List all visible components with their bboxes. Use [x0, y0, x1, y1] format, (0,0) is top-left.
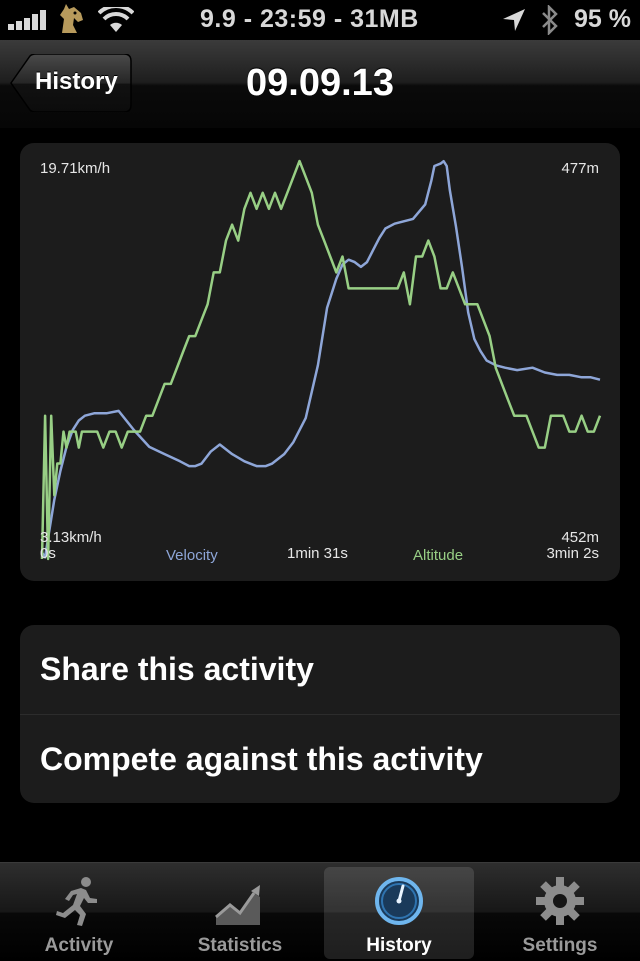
x-start-label: 0s	[40, 545, 56, 562]
navigation-bar: History 09.09.13	[0, 40, 640, 129]
tab-statistics-label: Statistics	[197, 935, 283, 956]
tab-settings-label: Settings	[522, 935, 598, 956]
x-end-label: 3min 2s	[546, 545, 599, 562]
tab-bar: Activity Statistics History Settings	[0, 862, 640, 961]
gear-icon	[536, 877, 584, 925]
wifi-icon	[98, 7, 134, 32]
altitude-min-label: 452m	[561, 529, 599, 546]
tab-settings[interactable]: Settings	[485, 867, 635, 959]
tab-statistics[interactable]: Statistics	[165, 867, 315, 959]
tab-activity[interactable]: Activity	[4, 867, 154, 959]
status-text: 9.9 - 23:59 - 31MB	[200, 5, 419, 33]
signal-bars-icon	[8, 10, 46, 30]
battery-percentage: 95 %	[574, 5, 631, 33]
x-mid-label: 1min 31s	[287, 545, 348, 562]
altitude-legend: Altitude	[413, 547, 464, 564]
share-activity-button[interactable]: Share this activity	[20, 625, 620, 714]
carrier-horse-icon	[60, 4, 83, 33]
tab-history-label: History	[366, 935, 432, 956]
tab-activity-label: Activity	[44, 935, 114, 956]
runner-icon	[56, 877, 97, 926]
altitude-series-line	[40, 159, 602, 561]
bluetooth-icon	[542, 5, 558, 35]
tab-history[interactable]: History	[324, 867, 474, 959]
velocity-series-line	[40, 159, 601, 559]
activity-chart: 19.71km/h 477m 3.13km/h 452m 0s Velocity…	[20, 143, 620, 581]
compete-activity-button[interactable]: Compete against this activity	[20, 714, 620, 803]
location-arrow-icon	[503, 9, 525, 31]
velocity-legend: Velocity	[166, 547, 218, 564]
page-title: 09.09.13	[246, 62, 394, 104]
altitude-max-label: 477m	[561, 160, 599, 177]
status-bar: 9.9 - 23:59 - 31MB 95 %	[0, 0, 640, 40]
velocity-min-label: 3.13km/h	[40, 529, 102, 546]
activity-actions: Share this activity Compete against this…	[20, 625, 620, 803]
clock-icon	[375, 877, 423, 925]
velocity-max-label: 19.71km/h	[40, 160, 111, 177]
chart-plot	[40, 159, 602, 561]
trend-chart-icon	[215, 885, 260, 925]
